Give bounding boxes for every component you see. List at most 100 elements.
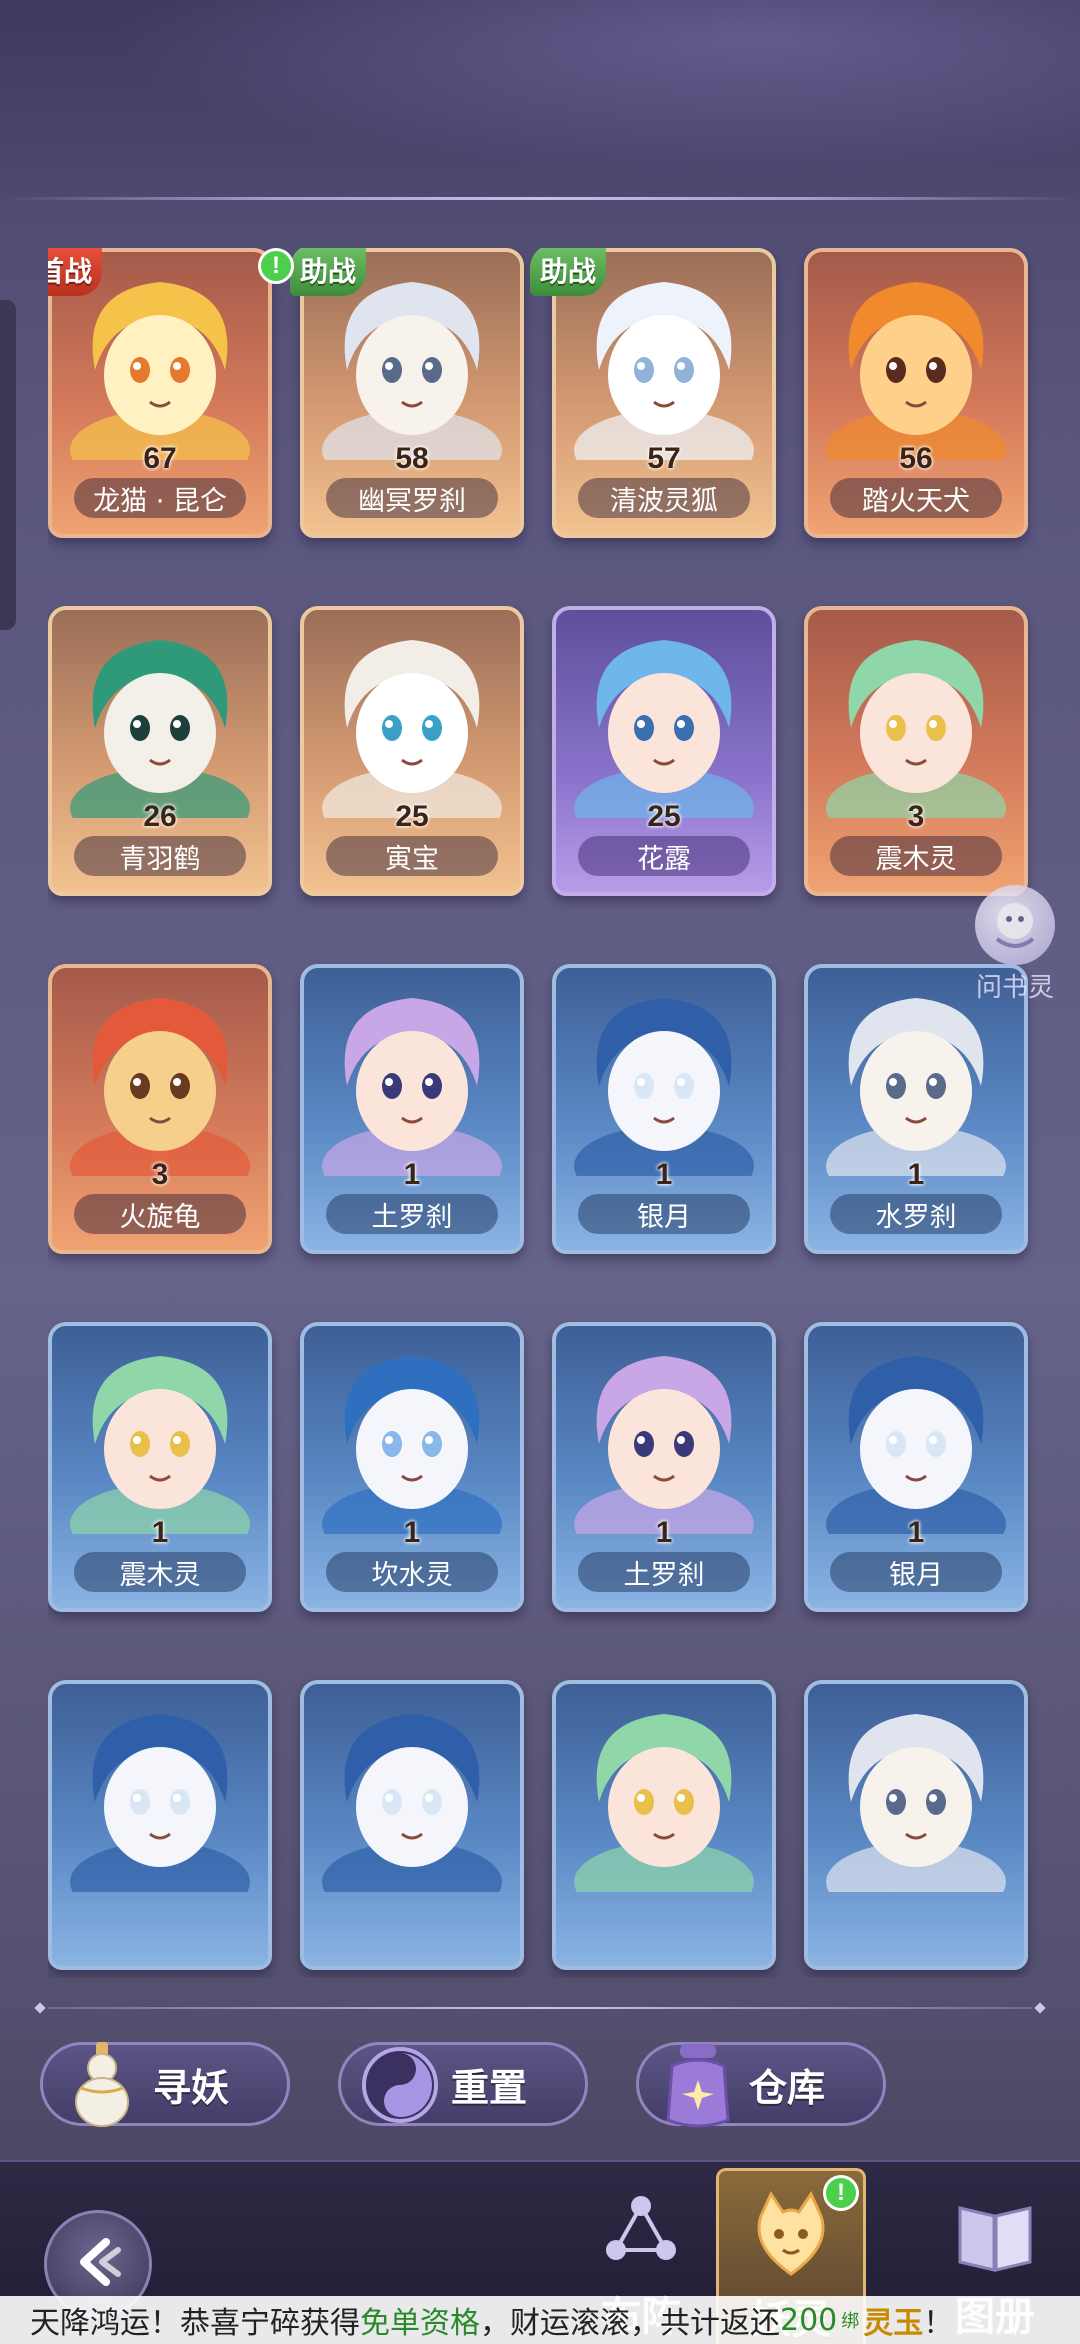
- floating-helper-button[interactable]: 问书灵: [965, 885, 1065, 1003]
- formation-icon: [586, 2178, 696, 2288]
- ticker-suffix: ！: [923, 2306, 954, 2341]
- reset-label: 重置: [451, 2065, 528, 2110]
- spirit-card-cell: [300, 1680, 524, 1970]
- spirit-name: 震木灵: [830, 836, 1002, 876]
- spirit-card-cell: 67 龙猫 · 昆仑 首战: [48, 248, 272, 538]
- assist-tag: 助战: [290, 248, 367, 296]
- ticker-middle: ，财运滚滚，共计返还: [480, 2306, 780, 2341]
- spirit-name: 火旋龟: [74, 1194, 246, 1234]
- spirit-name: 土罗刹: [326, 1194, 498, 1234]
- fire-turtle-portrait: [52, 968, 268, 1183]
- spirit-name: 水罗刹: [830, 1194, 1002, 1234]
- blue-wolf-portrait: [52, 1684, 268, 1899]
- spirit-card[interactable]: 1 土罗刹: [300, 964, 524, 1254]
- book-icon: [940, 2178, 1050, 2288]
- spirit-level: 1: [655, 1516, 673, 1549]
- blue-wolf-portrait: [304, 1684, 520, 1899]
- spirit-card-cell: 3 震木灵: [804, 606, 1028, 896]
- alert-icon: !: [258, 248, 294, 284]
- spirit-card-cell: 1 坎水灵: [300, 1322, 524, 1612]
- spirit-level: 58: [395, 442, 429, 475]
- spirit-name: 幽冥罗刹: [326, 478, 498, 518]
- spirit-name: 土罗刹: [578, 1552, 750, 1592]
- spirit-name: 银月: [578, 1194, 750, 1234]
- blue-hair-girl-portrait: [556, 610, 772, 825]
- water-spirit-portrait: [304, 1326, 520, 1541]
- spirit-card-cell: 3 火旋龟: [48, 964, 272, 1254]
- reset-button[interactable]: 重置: [338, 2042, 588, 2126]
- section-divider: [18, 2002, 1062, 2014]
- spirit-level: 67: [143, 442, 177, 475]
- spirit-card[interactable]: 1 土罗刹: [552, 1322, 776, 1612]
- spirit-level: 3: [907, 800, 925, 833]
- spirit-card-cell: 26 青羽鹤: [48, 606, 272, 896]
- side-drawer-handle[interactable]: [0, 300, 16, 630]
- spirit-card-grid: 67 龙猫 · 昆仑 首战 58 幽冥罗刹 助战! 57 清波灵狐 助战 56 踏火天犬 26 青羽鹤 2…: [48, 248, 1038, 1978]
- spirit-card-cell: [48, 1680, 272, 1970]
- purple-hair-girl-portrait: [304, 968, 520, 1183]
- spirit-card-cell: 1 土罗刹: [552, 1322, 776, 1612]
- spirit-card[interactable]: 25 寅宝: [300, 606, 524, 896]
- spirit-level: 25: [647, 800, 681, 833]
- ticker-badge: 绑: [841, 2311, 860, 2332]
- spirit-name: 银月: [830, 1552, 1002, 1592]
- spirit-card-cell: 56 踏火天犬: [804, 248, 1028, 538]
- book-spirit-icon: [975, 885, 1055, 965]
- spirit-name: 坎水灵: [326, 1552, 498, 1592]
- spirit-card[interactable]: 3 火旋龟: [48, 964, 272, 1254]
- spirit-name: 花露: [578, 836, 750, 876]
- spirit-level: 26: [143, 800, 177, 833]
- spirit-name: 震木灵: [74, 1552, 246, 1592]
- spirit-name: 龙猫 · 昆仑: [74, 478, 246, 518]
- first-battle-tag: 首战: [48, 248, 103, 296]
- spirit-card[interactable]: [552, 1680, 776, 1970]
- spirit-card[interactable]: 1 震木灵: [48, 1322, 272, 1612]
- spirit-card-cell: 25 花露: [552, 606, 776, 896]
- blue-wolf-portrait: [808, 1326, 1024, 1541]
- spirit-card[interactable]: 3 震木灵: [804, 606, 1028, 896]
- green-hair-boy-portrait: [556, 1684, 772, 1899]
- nav-spirits-alert-icon: !: [823, 2175, 859, 2211]
- spirit-card-cell: 25 寅宝: [300, 606, 524, 896]
- spirit-level: 3: [151, 1158, 169, 1191]
- spirit-card-cell: 57 清波灵狐 助战: [530, 248, 776, 538]
- green-hair-boy-portrait: [808, 610, 1024, 825]
- tiger-cub-portrait: [304, 610, 520, 825]
- spirit-card[interactable]: 25 花露: [552, 606, 776, 896]
- floating-helper-label: 问书灵: [975, 973, 1054, 1003]
- seek-spirit-button[interactable]: 寻妖: [40, 2042, 290, 2127]
- ticker-prefix: 天降鸿运！恭喜宁碎获得: [30, 2306, 360, 2341]
- spirit-name: 踏火天犬: [830, 478, 1002, 518]
- spirit-name: 寅宝: [326, 836, 498, 876]
- ticker-amount: 200: [780, 2302, 838, 2338]
- spirit-card[interactable]: 56 踏火天犬: [804, 248, 1028, 538]
- storage-button[interactable]: 仓库: [636, 2042, 886, 2128]
- storage-jar-icon: [653, 2037, 743, 2133]
- storage-label: 仓库: [749, 2065, 826, 2110]
- spirit-card[interactable]: 1 坎水灵: [300, 1322, 524, 1612]
- spirit-card[interactable]: [48, 1680, 272, 1970]
- spirit-card-cell: 1 银月: [804, 1322, 1028, 1612]
- spirit-level: 56: [899, 442, 933, 475]
- spirit-level: 1: [655, 1158, 673, 1191]
- ticker-currency: 灵玉: [863, 2306, 924, 2341]
- seek-spirit-label: 寻妖: [153, 2065, 230, 2110]
- spirit-card[interactable]: [300, 1680, 524, 1970]
- spirit-card[interactable]: 1 银月: [552, 964, 776, 1254]
- spirit-card[interactable]: 1 银月: [804, 1322, 1028, 1612]
- spirit-card[interactable]: 1 水罗刹: [804, 964, 1028, 1254]
- back-arrow-icon: [68, 2232, 128, 2296]
- spirit-card-cell: 1 震木灵: [48, 1322, 272, 1612]
- spirit-card[interactable]: 26 青羽鹤: [48, 606, 272, 896]
- green-hair-boy-portrait: [52, 1326, 268, 1541]
- spirit-card-cell: 58 幽冥罗刹 助战!: [258, 248, 524, 538]
- spirit-card-cell: [552, 1680, 776, 1970]
- spirit-level: 1: [151, 1516, 169, 1549]
- crane-portrait: [52, 610, 268, 825]
- action-row: 寻妖 重置 仓库: [40, 2042, 1040, 2130]
- spirit-card-cell: 1 银月: [552, 964, 776, 1254]
- spirit-card-cell: 1 土罗刹: [300, 964, 524, 1254]
- spirit-level: 1: [907, 1516, 925, 1549]
- blue-wolf-portrait: [556, 968, 772, 1183]
- spirit-card[interactable]: [804, 1680, 1028, 1970]
